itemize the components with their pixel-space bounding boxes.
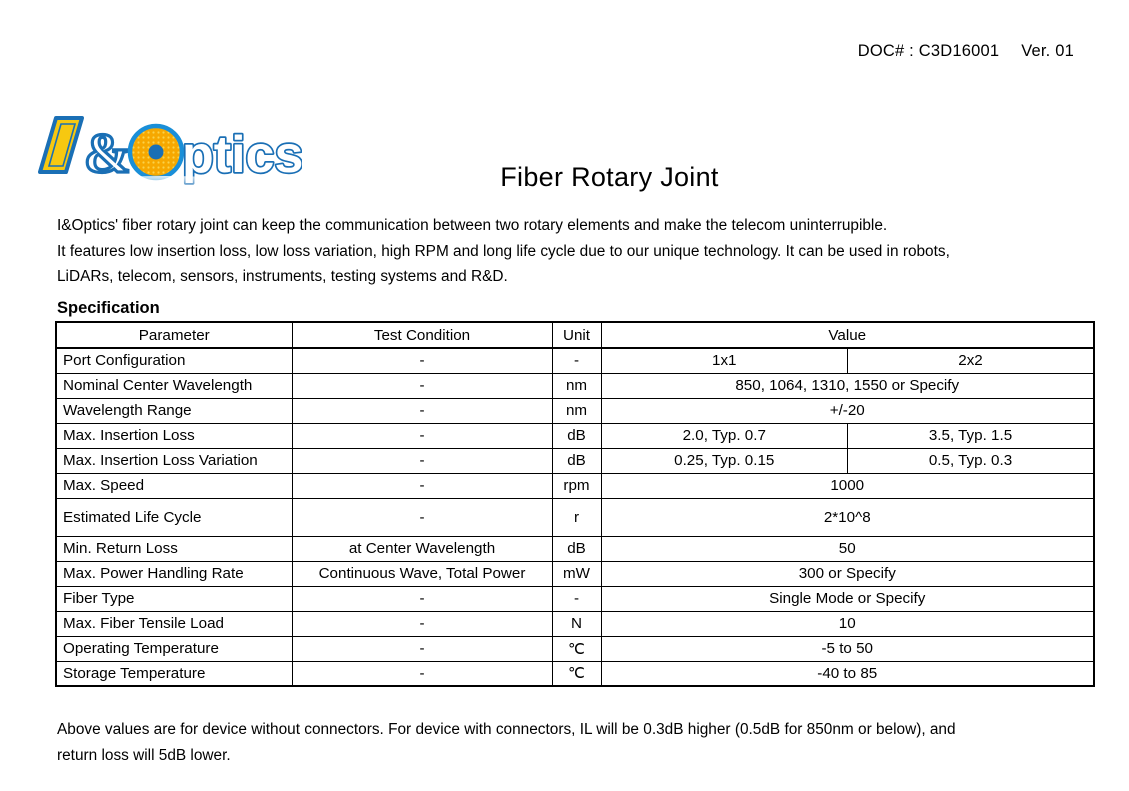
table-row: Fiber Type - - Single Mode or Specify: [55, 585, 1095, 612]
table-row: Wavelength Range - nm +/-20: [55, 397, 1095, 424]
cell-test-condition: at Center Wavelength: [291, 535, 553, 562]
table-row: Port Configuration - -1x1 2x2: [55, 347, 1095, 374]
table-row: Max. Insertion Loss Variation - dB 0.25, Ty…: [55, 447, 1095, 474]
document-version: Ver. 01: [1021, 42, 1074, 60]
cell-parameter: Port Configuration: [55, 347, 293, 374]
cell-parameter: Max. Speed: [55, 472, 293, 499]
cell-test-condition: -: [291, 472, 553, 499]
cell-value-1x1: 1x1: [600, 347, 848, 374]
cell-test-condition: -: [291, 397, 553, 424]
cell-unit: r: [551, 497, 602, 537]
table-row: Operating Temperature - ℃ -5 to 50: [55, 635, 1095, 662]
cell-test-condition: -: [291, 497, 553, 537]
cell-parameter: Max. Insertion Loss: [55, 422, 293, 449]
cell-parameter: Max. Power Handling Rate: [55, 560, 293, 587]
cell-value-2x2: 0.5, Typ. 0.3: [847, 447, 1095, 474]
table-header-row: Parameter Test Condition Unit Value: [55, 321, 1095, 349]
cell-test-condition: -: [291, 610, 553, 637]
cell-parameter: Min. Return Loss: [55, 535, 293, 562]
document-number: DOC# : C3D16001: [857, 42, 1000, 60]
cell-parameter: Estimated Life Cycle: [55, 497, 293, 537]
cell-value: 300 or Specify: [600, 560, 1095, 587]
cell-value: 850, 1064, 1310, 1550 or Specify: [600, 372, 1095, 399]
cell-unit: ℃: [551, 635, 602, 662]
document-reference: DOC# : C3D16001 Ver. 01: [858, 42, 1074, 61]
cell-value: -5 to 50: [600, 635, 1095, 662]
cell-test-condition: -: [291, 422, 553, 449]
specification-table-wrap: Parameter Test Condition Unit Value Port…: [55, 321, 1095, 687]
column-header-unit: Unit: [551, 321, 602, 349]
cell-test-condition: -: [291, 347, 553, 374]
cell-parameter: Storage Temperature: [55, 660, 293, 687]
intro-paragraph: I&Optics' fiber rotary joint can keep th…: [57, 213, 1092, 290]
intro-line-2: It features low insertion loss, low loss…: [57, 242, 950, 260]
cell-parameter: Operating Temperature: [55, 635, 293, 662]
column-header-value: Value: [600, 321, 1095, 349]
cell-unit: dB: [551, 422, 602, 449]
table-row: Nominal Center Wavelength - nm 850, 1064, 1…: [55, 372, 1095, 399]
cell-unit: nm: [551, 397, 602, 424]
cell-parameter: Max. Fiber Tensile Load: [55, 610, 293, 637]
page-title: Fiber Rotary Joint: [500, 162, 719, 192]
footnote: Above values are for device without conn…: [57, 717, 1097, 769]
cell-test-condition: -: [291, 585, 553, 612]
footnote-line-1: Above values are for device without conn…: [57, 721, 956, 738]
cell-value: 50: [600, 535, 1095, 562]
cell-value-2x2: 2x2: [847, 347, 1095, 374]
table-row: Max. Insertion Loss - dB 2.0, Typ. 0.7 3.5, …: [55, 422, 1095, 449]
cell-value: +/-20: [600, 397, 1095, 424]
cell-value: 1000: [600, 472, 1095, 499]
cell-value: 10: [600, 610, 1095, 637]
table-row: Max. Fiber Tensile Load - N 10: [55, 610, 1095, 637]
cell-test-condition: -: [291, 372, 553, 399]
table-row: Min. Return Loss at Center Wavelength dB 50: [55, 535, 1095, 562]
specification-heading: Specification: [57, 299, 160, 317]
table-row: Storage Temperature - ℃ -40 to 85: [55, 660, 1095, 687]
cell-value-1x1: 2.0, Typ. 0.7: [600, 422, 848, 449]
table-row: Estimated Life Cycle - r 2*10^8: [55, 497, 1095, 537]
footnote-line-2: return loss will 5dB lower.: [57, 747, 231, 764]
cell-unit: rpm: [551, 472, 602, 499]
cell-unit: mW: [551, 560, 602, 587]
cell-unit: N: [551, 610, 602, 637]
cell-value: 2*10^8: [600, 497, 1095, 537]
specification-table: Parameter Test Condition Unit Value Port…: [55, 321, 1095, 687]
cell-parameter: Fiber Type: [55, 585, 293, 612]
cell-value: Single Mode or Specify: [600, 585, 1095, 612]
cell-test-condition: -: [291, 635, 553, 662]
cell-test-condition: -: [291, 447, 553, 474]
cell-value-1x1: 0.25, Typ. 0.15: [600, 447, 848, 474]
cell-parameter: Wavelength Range: [55, 397, 293, 424]
cell-parameter: Nominal Center Wavelength: [55, 372, 293, 399]
table-row: Max. Power Handling Rate Continuous Wave,…: [55, 560, 1095, 587]
cell-unit: dB: [551, 535, 602, 562]
cell-unit: -: [551, 347, 602, 374]
cell-test-condition: Continuous Wave, Total Power: [291, 560, 553, 587]
intro-line-1: I&Optics' fiber rotary joint can keep th…: [57, 217, 888, 234]
cell-test-condition: -: [291, 660, 553, 687]
table-header: Parameter Test Condition Unit Value: [55, 321, 1095, 349]
cell-parameter: Max. Insertion Loss Variation: [55, 447, 293, 474]
cell-value-2x2: 3.5, Typ. 1.5: [847, 422, 1095, 449]
cell-unit: ℃: [551, 660, 602, 687]
intro-line-3: LiDARs, telecom, sensors, instruments, t…: [57, 268, 508, 285]
column-header-test-condition: Test Condition: [291, 321, 553, 349]
cell-value: -40 to 85: [600, 660, 1095, 687]
cell-unit: -: [551, 585, 602, 612]
cell-unit: nm: [551, 372, 602, 399]
table-row: Max. Speed - rpm 1000: [55, 472, 1095, 499]
cell-unit: dB: [551, 447, 602, 474]
table-body: Port Configuration - -1x1 2x2 Nominal Center…: [55, 347, 1095, 687]
column-header-parameter: Parameter: [55, 321, 293, 349]
